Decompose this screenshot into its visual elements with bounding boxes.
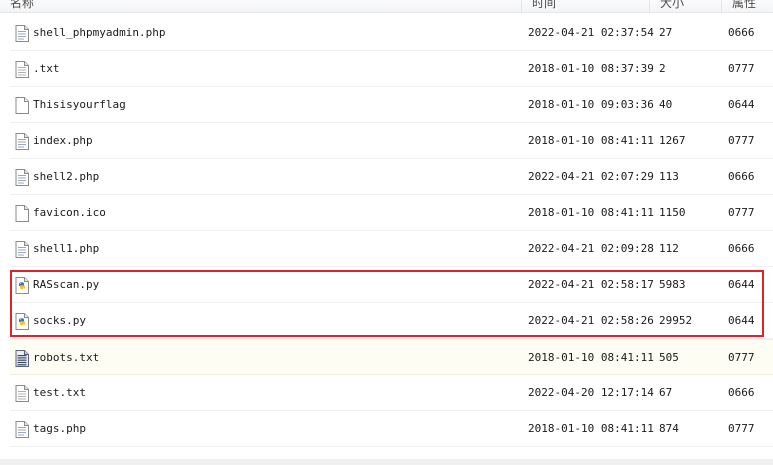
file-attr: 0777 [728,422,755,435]
file-attr: 0777 [728,62,755,75]
file-attr: 0666 [728,170,755,183]
python-file-icon [15,313,29,330]
php-file-icon [15,241,29,258]
file-size: 874 [659,422,679,435]
file-size: 113 [659,170,679,183]
file-list: shell_phpmyadmin.php 2022-04-21 02:37:54 2… [10,15,773,447]
file-time: 2018-01-10 08:41:11 [528,351,654,364]
file-name[interactable]: test.txt [33,375,86,411]
text-file-icon [15,61,29,78]
file-time: 2022-04-21 02:58:17 [528,278,654,291]
file-attr: 0777 [728,351,755,364]
text-file-dark-icon [15,350,29,367]
horizontal-scrollbar[interactable] [0,459,773,465]
file-row[interactable]: shell1.php 2022-04-21 02:09:28 112 0666 [10,231,773,267]
file-name[interactable]: .txt [33,51,60,87]
file-name[interactable]: tags.php [33,411,86,447]
file-name[interactable]: shell1.php [33,231,99,267]
file-attr: 0644 [728,278,755,291]
file-size: 5983 [659,278,686,291]
file-attr: 0644 [728,314,755,327]
file-name[interactable]: favicon.ico [33,195,106,231]
file-row[interactable]: favicon.ico 2018-01-10 08:41:11 1150 0777 [10,195,773,231]
column-name-header[interactable]: 名称 [0,0,522,12]
file-time: 2018-01-10 09:03:36 [528,98,654,111]
file-size: 505 [659,351,679,364]
file-row[interactable]: shell2.php 2022-04-21 02:07:29 113 0666 [10,159,773,195]
file-row[interactable]: .txt 2018-01-10 08:37:39 2 0777 [10,51,773,87]
php-file-icon [15,25,29,42]
file-time: 2018-01-10 08:41:11 [528,206,654,219]
file-size: 1150 [659,206,686,219]
file-attr: 0666 [728,242,755,255]
column-attr-header[interactable]: 属性 [722,0,773,12]
column-header: 名称 时间 大小 属性 [0,0,773,13]
file-attr: 0644 [728,98,755,111]
file-name[interactable]: robots.txt [33,340,99,376]
file-attr: 0777 [728,134,755,147]
file-size: 1267 [659,134,686,147]
file-row[interactable]: robots.txt 2018-01-10 08:41:11 505 0777 [10,339,773,375]
file-attr: 0777 [728,206,755,219]
file-size: 29952 [659,314,693,327]
file-time: 2022-04-21 02:58:26 [528,314,654,327]
file-time: 2022-04-21 02:37:54 [528,26,654,39]
file-size: 112 [659,242,679,255]
text-file-icon [15,385,29,402]
file-name[interactable]: socks.py [33,303,86,339]
file-row[interactable]: shell_phpmyadmin.php 2022-04-21 02:37:54 2… [10,15,773,51]
column-time-header[interactable]: 时间 [522,0,650,12]
file-row[interactable]: RASscan.py 2022-04-21 02:58:17 5983 0644 [10,267,773,303]
blank-file-icon [15,97,29,114]
file-time: 2018-01-10 08:41:11 [528,134,654,147]
file-row[interactable]: test.txt 2022-04-20 12:17:14 67 0666 [10,375,773,411]
file-name[interactable]: RASscan.py [33,267,99,303]
python-file-icon [15,277,29,294]
file-name[interactable]: index.php [33,123,93,159]
blank-file-icon [15,205,29,222]
file-time: 2022-04-21 02:07:29 [528,170,654,183]
file-name[interactable]: shell2.php [33,159,99,195]
file-name[interactable]: Thisisyourflag [33,87,126,123]
php-file-icon [15,133,29,150]
file-time: 2018-01-10 08:37:39 [528,62,654,75]
php-file-icon [15,169,29,186]
column-size-header[interactable]: 大小 [650,0,722,12]
file-size: 67 [659,386,673,399]
file-size: 40 [659,98,673,111]
file-manager: 名称 时间 大小 属性 shell_phpmyadmin.php 2022-04-… [0,0,773,465]
file-time: 2018-01-10 08:41:11 [528,422,654,435]
file-row[interactable]: Thisisyourflag 2018-01-10 09:03:36 40 0644 [10,87,773,123]
php-file-icon [15,421,29,438]
file-attr: 0666 [728,386,755,399]
file-row[interactable]: tags.php 2018-01-10 08:41:11 874 0777 [10,411,773,447]
file-row[interactable]: socks.py 2022-04-21 02:58:26 29952 0644 [10,303,773,339]
file-size: 2 [659,62,666,75]
file-row[interactable]: index.php 2018-01-10 08:41:11 1267 0777 [10,123,773,159]
file-time: 2022-04-21 02:09:28 [528,242,654,255]
file-attr: 0666 [728,26,755,39]
file-name[interactable]: shell_phpmyadmin.php [33,15,165,51]
file-size: 27 [659,26,673,39]
file-time: 2022-04-20 12:17:14 [528,386,654,399]
